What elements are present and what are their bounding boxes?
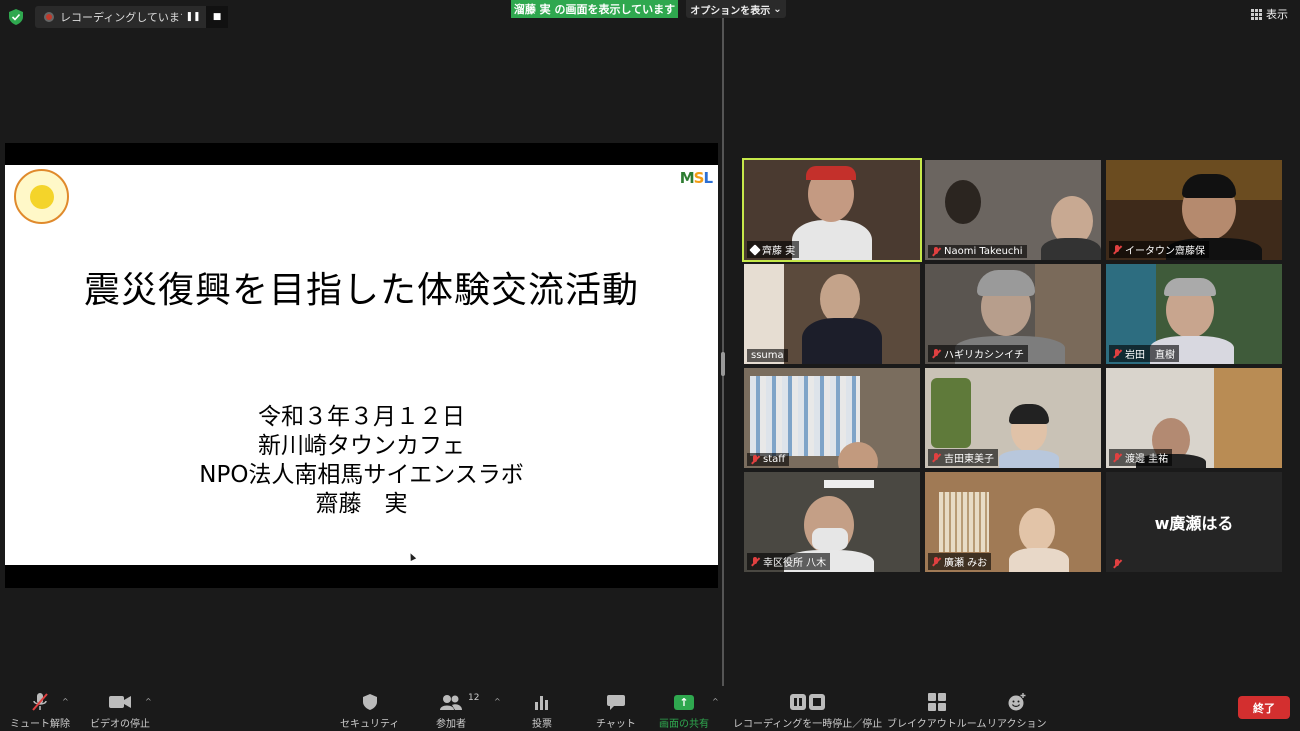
pin-icon — [749, 243, 761, 256]
recording-control-button[interactable]: レコーディングを一時停止／停止 — [733, 692, 882, 730]
video-tile[interactable]: イータウン齋藤保 — [1106, 160, 1282, 260]
breakout-rooms-button[interactable]: ブレイクアウトルーム — [887, 692, 987, 730]
slide-presenter: 齋藤 実 — [315, 491, 408, 517]
participant-name: イータウン齋藤保 — [1125, 246, 1205, 257]
participant-name: 岩田 直樹 — [1125, 350, 1175, 361]
participants-icon — [440, 695, 462, 710]
view-options-label: オプションを表示 — [690, 5, 771, 17]
video-camera-icon — [109, 696, 131, 708]
muted-mic-icon — [751, 454, 760, 465]
screen-share-label: 溜藤 実 の画面を表示しています — [511, 0, 678, 18]
muted-mic-icon — [932, 348, 941, 359]
gallery-view-icon — [1251, 8, 1262, 20]
participant-name: ssuma — [751, 350, 784, 361]
audio-options-caret-icon[interactable]: ^ — [62, 697, 69, 706]
muted-mic-icon — [751, 556, 760, 567]
participants-button[interactable]: 参加者 — [436, 692, 466, 730]
chevron-down-icon: ⌄ — [773, 3, 782, 15]
reactions-button[interactable]: リアクション — [987, 692, 1047, 730]
security-shield-icon — [9, 9, 23, 25]
shared-screen: MSL 震災復興を目指した体験交流活動 令和３年３月１２日 新川崎タウンカフェ … — [5, 143, 718, 588]
view-label: 表示 — [1266, 8, 1288, 21]
share-options-caret-icon[interactable]: ^ — [712, 697, 719, 706]
video-tile[interactable]: Naomi Takeuchi — [925, 160, 1101, 260]
video-tile[interactable]: 齊藤 実 — [742, 158, 922, 262]
video-tile[interactable]: staff — [744, 368, 920, 468]
participant-name: 齊藤 実 — [762, 246, 796, 257]
chat-button[interactable]: チャット — [596, 692, 636, 730]
muted-mic-icon — [932, 556, 941, 567]
shield-icon — [362, 694, 377, 710]
participant-name: ハギリカシンイチ — [944, 350, 1024, 361]
share-screen-button[interactable]: ↑ 画面の共有 — [659, 692, 709, 730]
presentation-slide: MSL 震災復興を目指した体験交流活動 令和３年３月１２日 新川崎タウンカフェ … — [5, 165, 718, 565]
stop-video-button[interactable]: ビデオの停止 — [90, 692, 150, 730]
video-tile[interactable]: 岩田 直樹 — [1106, 264, 1282, 364]
participant-name-placeholder: w廣瀬はる — [1106, 472, 1282, 572]
participant-name: Naomi Takeuchi — [944, 246, 1023, 257]
video-options-caret-icon[interactable]: ^ — [145, 697, 152, 706]
breakout-rooms-icon — [927, 693, 946, 711]
poll-button[interactable]: 投票 — [532, 692, 552, 730]
unmute-button[interactable]: ミュート解除 — [10, 692, 70, 730]
slide-date: 令和３年３月１２日 — [258, 404, 465, 430]
view-button[interactable]: 表示 — [1251, 6, 1288, 22]
video-tile[interactable]: ssuma — [744, 264, 920, 364]
divider-drag-handle[interactable] — [721, 352, 725, 376]
meeting-toolbar — [0, 686, 1300, 731]
muted-mic-icon — [32, 693, 48, 711]
participants-options-caret-icon[interactable]: ^ — [494, 697, 501, 706]
chat-bubble-icon — [606, 695, 625, 710]
muted-mic-icon — [1113, 452, 1122, 463]
bar-chart-icon — [535, 696, 548, 710]
video-tile[interactable]: 吉田東美子 — [925, 368, 1101, 468]
stop-recording-button[interactable]: ■ — [206, 6, 228, 28]
muted-mic-icon — [1113, 244, 1122, 255]
stop-icon — [809, 694, 826, 710]
participant-count-badge: 12 — [468, 693, 480, 703]
recording-dot-icon — [44, 12, 54, 22]
pause-recording-button[interactable]: ❚❚ — [182, 6, 204, 28]
muted-mic-icon — [932, 246, 941, 257]
pause-icon — [790, 694, 807, 710]
end-meeting-button[interactable]: 終了 — [1238, 696, 1290, 719]
smiley-icon — [1008, 693, 1026, 711]
view-options-button[interactable]: オプションを表示 ⌄ — [686, 0, 786, 18]
video-tile[interactable]: w廣瀬はる — [1106, 472, 1282, 572]
slide-venue: 新川崎タウンカフェ — [258, 433, 465, 459]
msl-logo: MSL — [679, 169, 713, 187]
participant-name: staff — [763, 454, 786, 465]
participant-name: 吉田東美子 — [944, 454, 994, 465]
video-tile[interactable]: ハギリカシンイチ — [925, 264, 1101, 364]
muted-mic-icon — [932, 452, 941, 463]
video-tile[interactable]: 廣瀬 みお — [925, 472, 1101, 572]
muted-mic-icon — [1113, 348, 1122, 359]
slide-subtitle-block: 令和３年３月１２日 新川崎タウンカフェ NPO法人南相馬サイエンスラボ 齋藤 実 — [5, 403, 718, 519]
muted-mic-icon — [1113, 559, 1122, 569]
participant-name: 幸区役所 八木 — [763, 558, 827, 569]
share-screen-icon: ↑ — [674, 694, 694, 710]
mascot-logo — [14, 169, 69, 224]
mouse-cursor-icon — [407, 552, 417, 561]
security-button[interactable]: セキュリティ — [340, 692, 399, 730]
video-tile[interactable]: 幸区役所 八木 — [744, 472, 920, 572]
participant-name: 廣瀬 みお — [944, 558, 988, 569]
slide-organization: NPO法人南相馬サイエンスラボ — [199, 462, 524, 488]
video-tile[interactable]: 渡邊 圭祐 — [1106, 368, 1282, 468]
participant-name: 渡邊 圭祐 — [1125, 454, 1169, 465]
slide-title: 震災復興を目指した体験交流活動 — [83, 270, 639, 311]
recording-indicator: レコーディングしています... ❚❚ ■ — [35, 6, 228, 28]
recording-status-text: レコーディングしています... — [60, 11, 182, 24]
